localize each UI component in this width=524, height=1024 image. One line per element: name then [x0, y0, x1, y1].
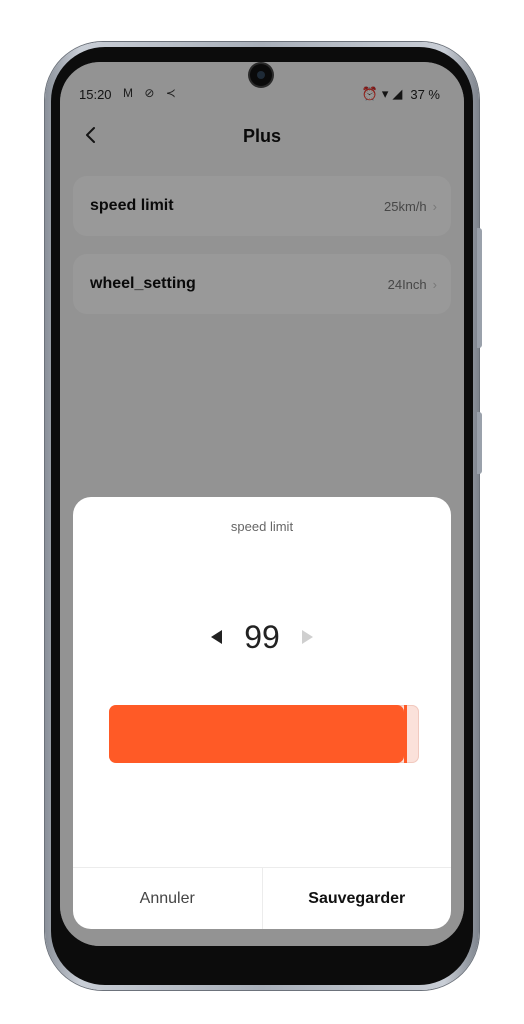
phone-screen: 15:20 M ⊘ ≺ ⏰ ▾ ◢ 37 % Plus speed limit …: [60, 62, 464, 946]
dialog-title: speed limit: [230, 519, 294, 534]
volume-button: [477, 228, 482, 348]
triangle-left-icon[interactable]: [211, 630, 222, 644]
speed-value: 99: [244, 618, 280, 655]
power-button: [477, 412, 482, 474]
front-camera: [250, 64, 272, 86]
slider-handle[interactable]: [404, 705, 407, 763]
save-button[interactable]: Sauvegarder: [263, 868, 452, 929]
slider-fill: [109, 705, 404, 763]
triangle-right-icon[interactable]: [302, 630, 313, 644]
cancel-button[interactable]: Annuler: [73, 868, 263, 929]
speed-slider[interactable]: [109, 705, 419, 763]
speed-limit-dialog: speed limit 99 Annuler Sauvegarder: [73, 497, 451, 929]
dialog-footer: Annuler Sauvegarder: [73, 867, 451, 929]
value-stepper: 99: [73, 617, 451, 657]
